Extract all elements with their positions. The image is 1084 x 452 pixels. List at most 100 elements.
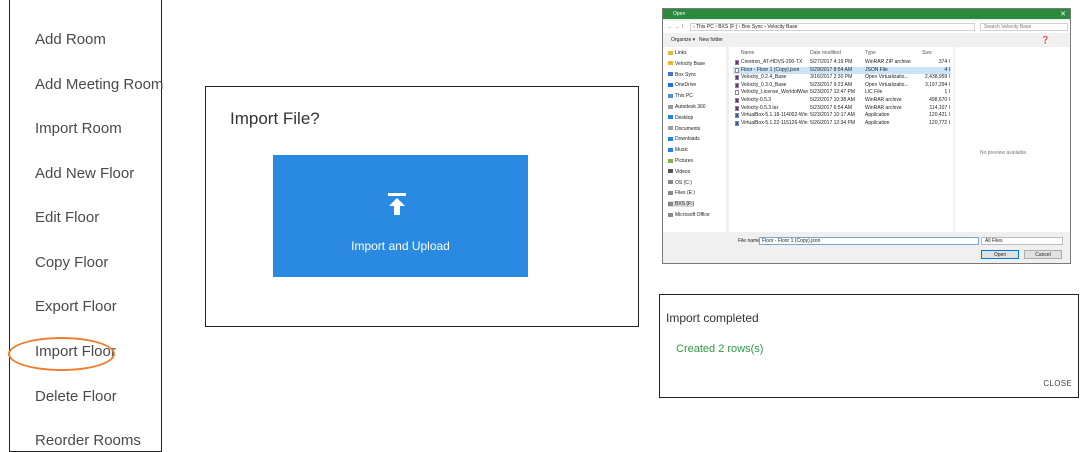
file-row[interactable]: VirtualBox-5.1.22-115126-Win 5/26/2017 12… [733, 120, 951, 127]
menu-item-delete-floor[interactable]: Delete Floor [35, 388, 117, 405]
file-row[interactable]: Velocity_0.2.4_Base 3/16/2017 2:30 PM Open… [733, 74, 951, 81]
file-name: VirtualBox-5.1.18-114002-Win [741, 112, 808, 119]
open-button[interactable]: Open [981, 250, 1019, 259]
menu-item-reorder-rooms[interactable]: Reorder Rooms [35, 432, 141, 449]
file-name: VirtualBox-5.1.22-115126-Win [741, 119, 808, 126]
close-button[interactable]: CLOSE [1043, 379, 1072, 388]
organize-button[interactable]: Organize ▾ [671, 37, 695, 43]
file-type: Application [865, 119, 890, 126]
cancel-button[interactable]: Cancel [1024, 250, 1062, 259]
file-row[interactable]: Floor - Floor 1 (Copy).json 5/29/2017 8:5… [733, 66, 951, 74]
file-row[interactable]: Velocity-0.5.3 5/22/2017 10:38 AM WinRAR a… [733, 97, 951, 104]
folder-icon [668, 201, 673, 206]
nav-item-label: OS (C:) [675, 179, 692, 186]
file-row[interactable]: Velocity_License_WorldofWarcraft.lic5/23… [733, 89, 951, 96]
nav-item-label: Music [675, 147, 689, 154]
file-icon [735, 82, 739, 88]
file-size: 4 I [944, 66, 950, 73]
file-name: Velocity_License_WorldofWarcraft.lic [741, 89, 808, 96]
dialog-title: Import File? [230, 109, 320, 128]
file-size: 114,107 I [929, 104, 950, 111]
nav-item-label: Box Sync [675, 71, 697, 78]
file-name: Crestron_AT-HDVS-200-TX [741, 59, 803, 65]
col-date[interactable]: Date modified [810, 50, 841, 56]
nav-item[interactable]: Documents [668, 126, 700, 132]
menu-item-import-floor[interactable]: Import Floor [35, 343, 116, 360]
file-type: WinRAR ZIP archive [865, 59, 911, 65]
nav-item-label: Links [675, 50, 687, 56]
file-type: Open Virtualizatio... [865, 81, 909, 88]
nav-item[interactable]: Velocity Base [668, 61, 705, 67]
nav-item[interactable]: Pictures [668, 158, 693, 164]
col-type[interactable]: Type [865, 50, 876, 56]
col-size[interactable]: Size [922, 50, 932, 56]
file-date: 5/27/2017 4:19 PM [810, 59, 853, 65]
menu-item-import-room[interactable]: Import Room [35, 120, 122, 137]
nav-item[interactable]: Autodesk 360 [668, 104, 706, 110]
nav-item[interactable]: Links [668, 50, 687, 56]
file-name: Floor - Floor 1 (Copy).json [741, 66, 800, 73]
nav-item[interactable]: Videos [668, 169, 690, 175]
menu-item-copy-floor[interactable]: Copy Floor [35, 254, 108, 271]
back-icon[interactable]: ← [667, 24, 673, 30]
nav-item-label: Videos [675, 168, 691, 175]
file-name: Velocity_0.2.4_Base [741, 74, 787, 81]
col-name[interactable]: Name [741, 50, 754, 56]
nav-item[interactable]: OS (C:) [668, 180, 692, 186]
file-list: Name Date modified Type Size Crestron_AT… [729, 47, 953, 232]
file-row[interactable]: Crestron_AT-HDVS-200-TX 5/27/2017 4:19 PM… [733, 59, 951, 66]
file-row[interactable]: VirtualBox-5.1.18-114002-Win 5/23/2017 10… [733, 112, 951, 119]
close-icon[interactable]: ✕ [1060, 10, 1066, 18]
search-input[interactable]: Search Velocity Base [980, 23, 1068, 31]
file-type-select[interactable]: All Files [981, 237, 1063, 245]
forward-icon[interactable]: → [674, 24, 680, 30]
menu-item-export-floor[interactable]: Export Floor [35, 298, 117, 315]
file-name: Velocity-0.5.3.tar [741, 104, 779, 111]
import-upload-button[interactable]: Import and Upload [273, 155, 528, 277]
import-file-dialog: Import File? Import and Upload [205, 86, 639, 327]
file-date: 5/29/2017 8:54 AM [810, 66, 852, 73]
file-date: 5/23/2017 12:47 PM [810, 89, 856, 96]
folder-icon [668, 126, 673, 131]
folder-icon [668, 72, 673, 77]
nav-item[interactable]: Files (E:) [668, 190, 695, 196]
nav-item-label: Downloads [675, 136, 700, 143]
help-icon[interactable]: ❓ [1041, 36, 1050, 44]
nav-item[interactable]: BXS (F:) [668, 201, 695, 208]
address-bar[interactable]: › This PC › BXS (F:) › Box Sync › Veloci… [690, 23, 975, 31]
nav-item[interactable]: OneDrive [668, 82, 696, 88]
file-name-input[interactable]: Floor - Floor 1 (Copy).json [759, 237, 979, 245]
nav-item[interactable]: Box Sync [668, 72, 696, 78]
file-size: 120,421 I [929, 112, 950, 119]
floor-menu: Add Room Add Meeting Room Import Room Ad… [8, 0, 163, 452]
menu-item-edit-floor[interactable]: Edit Floor [35, 209, 99, 226]
upload-icon [388, 193, 406, 215]
preview-text: No preview available. [980, 150, 1028, 156]
nav-item[interactable]: Downloads [668, 136, 700, 142]
file-date: 5/23/2017 6:54 AM [810, 104, 852, 111]
window-titlebar: Open ✕ [663, 9, 1070, 19]
up-icon[interactable]: ↑ [681, 24, 684, 30]
nav-item[interactable]: This PC [668, 93, 693, 99]
folder-icon [668, 83, 673, 88]
nav-item[interactable]: Microsoft Office [668, 212, 710, 218]
address-row: ← → ↑ › This PC › BXS (F:) › Box Sync › … [663, 21, 1070, 33]
file-row[interactable]: Velocity-0.5.3.tar 5/23/2017 6:54 AM WinRA… [733, 105, 951, 112]
new-folder-button[interactable]: New folder [699, 37, 723, 43]
nav-item-label: OneDrive [675, 82, 697, 89]
nav-item-label: BXS (F:) [675, 201, 695, 208]
nav-item[interactable]: Music [668, 147, 688, 153]
menu-item-add-meeting-room[interactable]: Add Meeting Room [35, 76, 163, 93]
menu-item-add-room[interactable]: Add Room [35, 31, 106, 48]
menu-item-add-new-floor[interactable]: Add New Floor [35, 165, 134, 182]
navigation-pane: Links Velocity Base Box Sync OneDrive This P… [663, 47, 726, 232]
dialog-toolbar: Organize ▾ New folder ❓ [663, 35, 1070, 45]
file-name: Velocity_0.3.0_Base [741, 81, 787, 88]
folder-icon [668, 191, 673, 196]
file-type: WinRAR archive [865, 97, 902, 103]
nav-item[interactable]: Desktop [668, 115, 693, 121]
file-date: 5/26/2017 12:34 PM [810, 119, 856, 126]
file-name: Velocity-0.5.3 [741, 97, 772, 103]
file-row[interactable]: Velocity_0.3.0_Base 5/23/2017 9:23 AM Open… [733, 82, 951, 89]
file-icon [735, 60, 739, 65]
